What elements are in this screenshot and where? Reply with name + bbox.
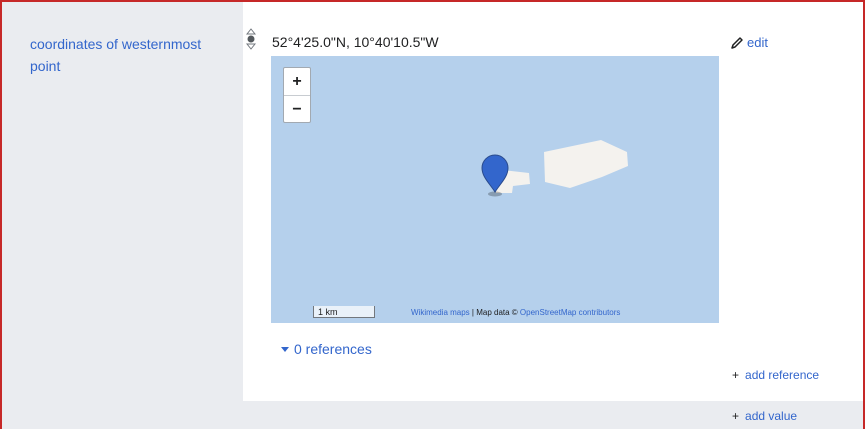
map-attribution: Wikimedia maps | Map data © OpenStreetMa… [411, 308, 620, 317]
island-large [544, 140, 628, 188]
property-column: coordinates of westernmost point [2, 2, 243, 429]
zoom-in-button[interactable]: + [284, 68, 310, 96]
map-scale-bar: 1 km [313, 306, 375, 318]
add-reference-label: add reference [745, 368, 820, 382]
references-label: 0 references [294, 341, 372, 357]
add-value-label: add value [745, 409, 798, 423]
pencil-icon [731, 36, 743, 49]
map-view[interactable]: + − 1 km Wikimedia maps | Map data © Ope… [271, 56, 719, 323]
references-toggle[interactable]: 0 references [281, 341, 372, 357]
rank-selector-icon[interactable] [246, 28, 256, 50]
coordinate-value: 52°4'25.0"N, 10°40'10.5"W [272, 34, 439, 50]
osm-contributors-link[interactable]: OpenStreetMap contributors [520, 308, 621, 317]
wikimedia-maps-link[interactable]: Wikimedia maps [411, 308, 470, 317]
edit-button[interactable]: edit [730, 35, 768, 50]
zoom-control: + − [283, 67, 311, 123]
add-reference-button[interactable]: + add reference [732, 368, 819, 382]
caret-down-icon [281, 346, 289, 352]
map-layer [481, 140, 628, 197]
add-value-button[interactable]: + add value [732, 409, 797, 423]
attribution-separator: | Map data © [469, 308, 520, 317]
plus-icon: + [732, 409, 740, 423]
zoom-out-button[interactable]: − [284, 96, 310, 123]
edit-label: edit [747, 35, 768, 50]
plus-icon: + [732, 368, 740, 382]
property-label-link[interactable]: coordinates of westernmost point [30, 33, 230, 77]
